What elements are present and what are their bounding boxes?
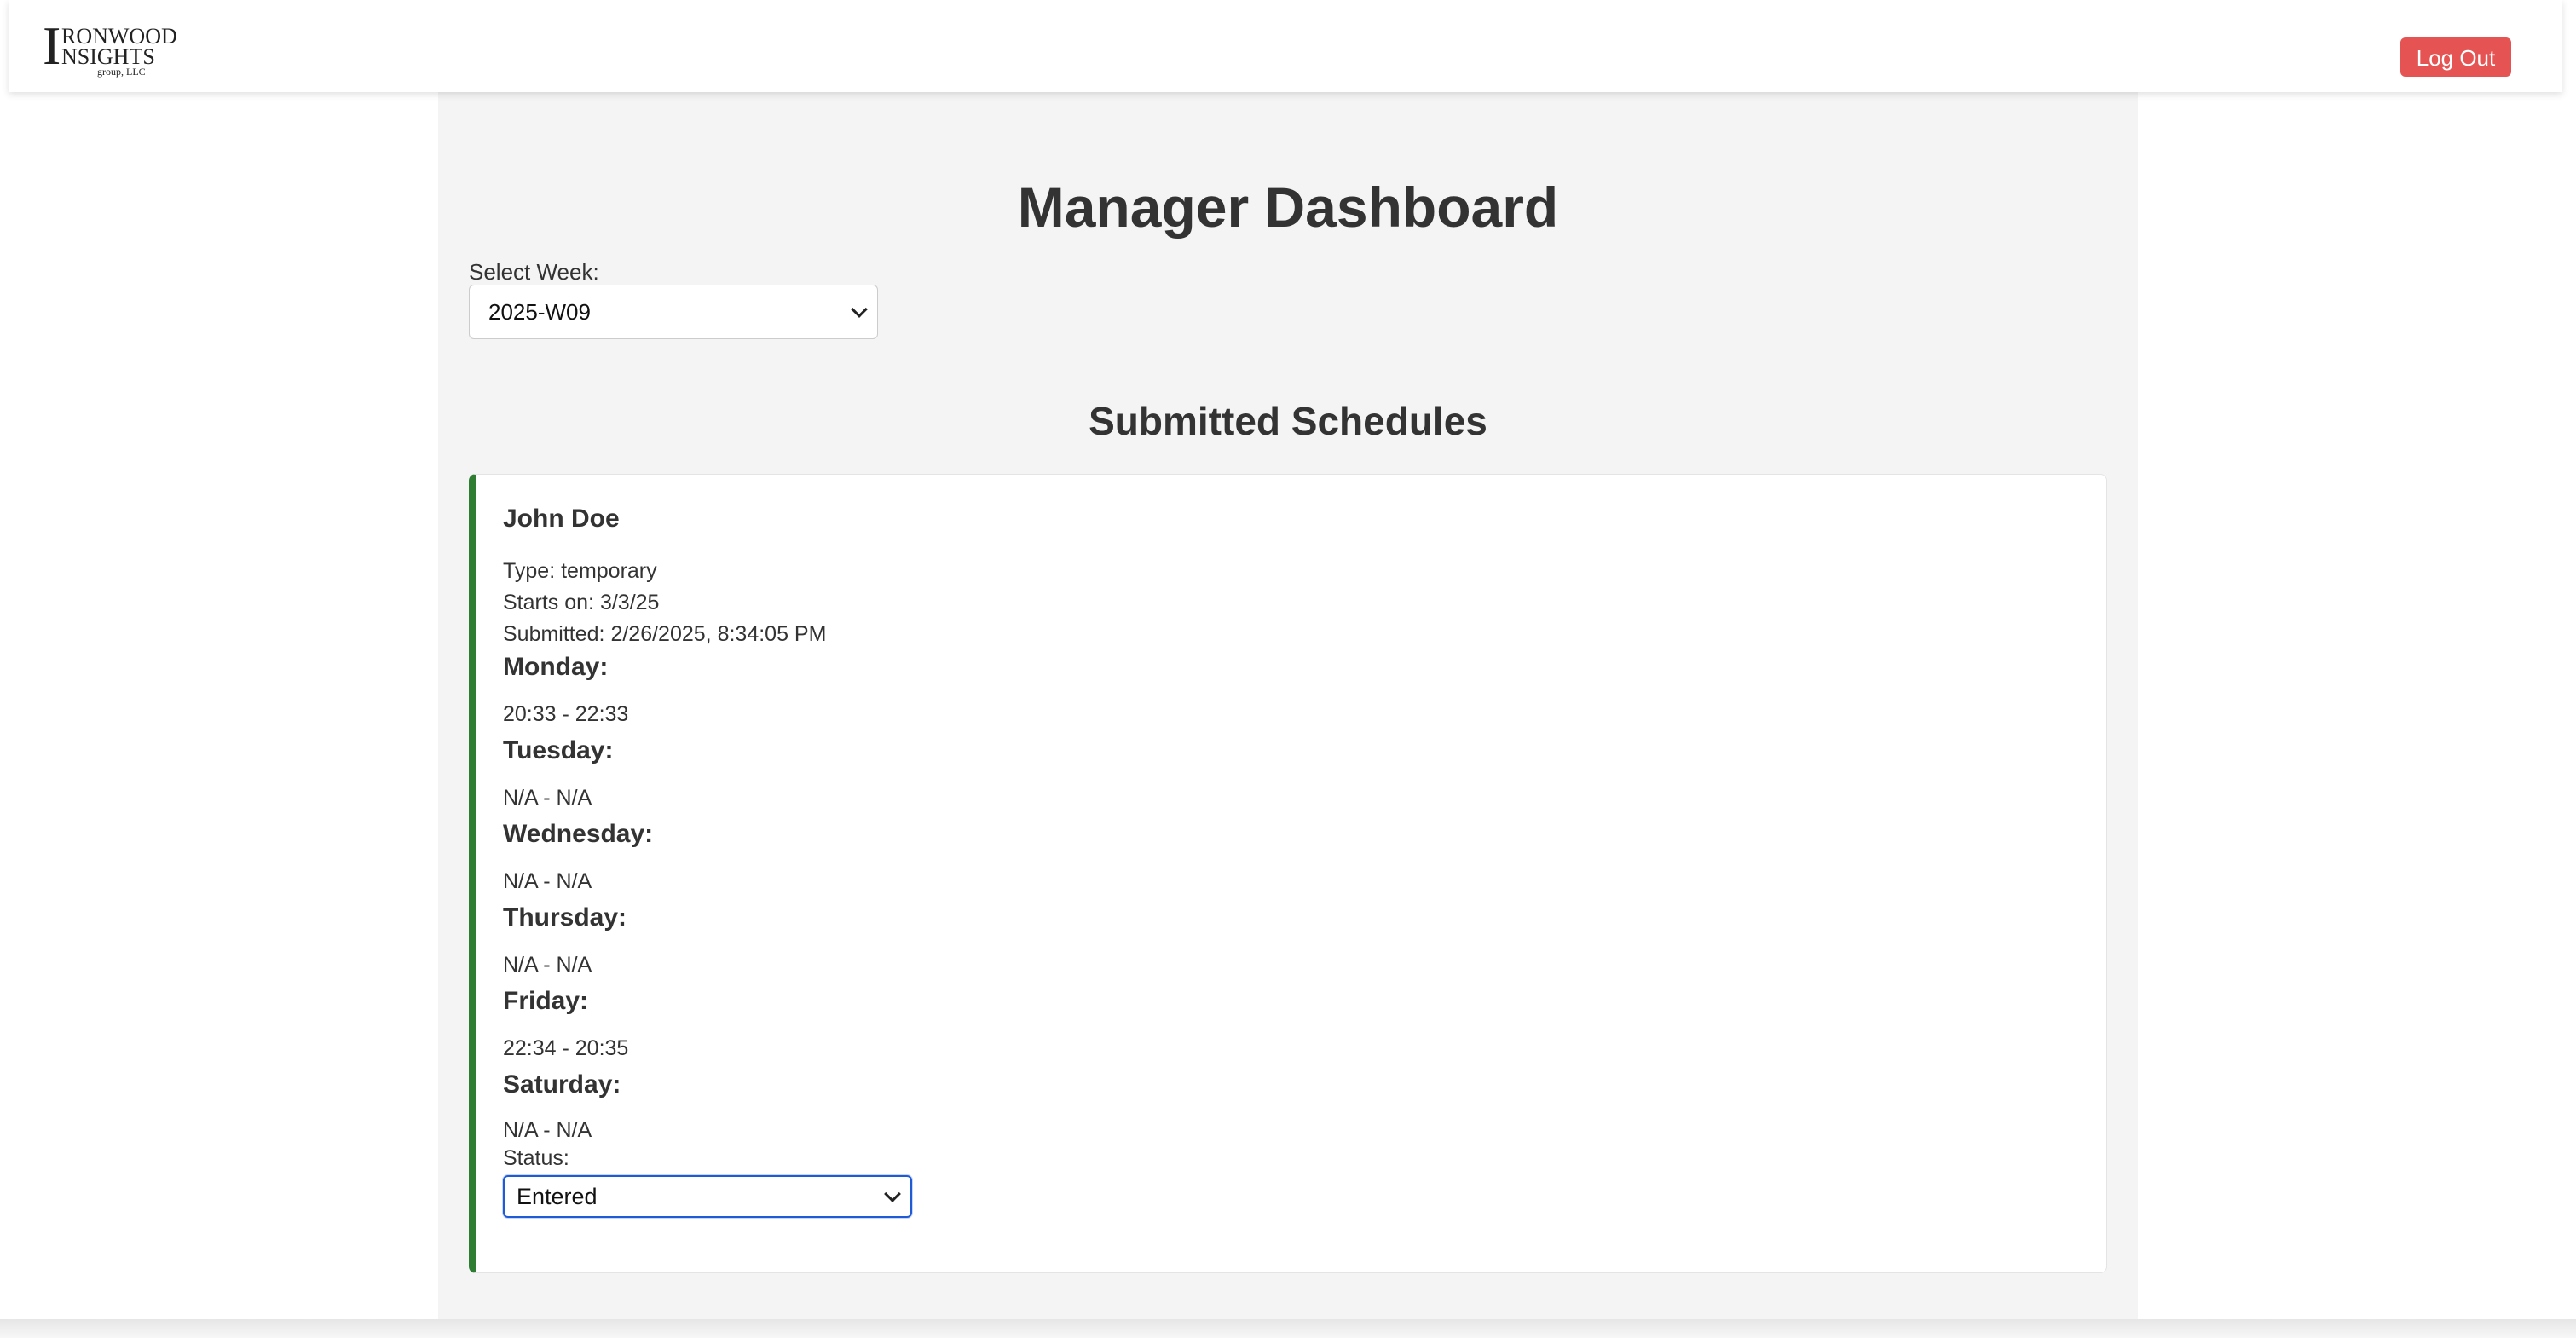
week-select[interactable]: 2025-W09 (469, 285, 878, 339)
day-hours-friday: 22:34 - 20:35 (503, 1036, 629, 1060)
schedule-card: John Doe Type: temporary Starts on: 3/3/… (469, 474, 2107, 1273)
top-header: I RONWOOD NSIGHTS group, LLC Log Out (9, 0, 2562, 92)
dashboard-panel: Manager Dashboard Select Week: 2025-W09 … (438, 92, 2138, 1319)
status-label: Status: (503, 1146, 569, 1170)
week-select-value: 2025-W09 (488, 299, 591, 325)
schedule-start-date: Starts on: 3/3/25 (503, 591, 660, 614)
day-label-thursday: Thursday: (503, 903, 627, 931)
company-logo: I RONWOOD NSIGHTS group, LLC (36, 15, 177, 78)
day-label-wednesday: Wednesday: (503, 820, 654, 848)
day-hours-wednesday: N/A - N/A (503, 869, 592, 893)
day-label-tuesday: Tuesday: (503, 736, 614, 764)
day-hours-thursday: N/A - N/A (503, 953, 592, 977)
day-hours-monday: 20:33 - 22:33 (503, 702, 629, 726)
day-hours-tuesday: N/A - N/A (503, 786, 592, 810)
page-title: Manager Dashboard (1017, 176, 1559, 239)
day-hours-saturday: N/A - N/A (503, 1118, 592, 1142)
logo-initial: I (43, 15, 61, 76)
employee-name: John Doe (503, 505, 620, 533)
logo-line-3: group, LLC (97, 66, 146, 78)
schedule-type: Type: temporary (503, 559, 657, 583)
day-label-monday: Monday: (503, 653, 609, 681)
page-bottom-edge (0, 1319, 2576, 1338)
select-week-label: Select Week: (469, 259, 599, 285)
day-label-saturday: Saturday: (503, 1070, 621, 1099)
submitted-timestamp: Submitted: 2/26/2025, 8:34:05 PM (503, 622, 827, 646)
day-label-friday: Friday: (503, 987, 589, 1015)
status-select[interactable]: Entered (503, 1175, 912, 1218)
section-title: Submitted Schedules (1089, 399, 1487, 443)
chevron-down-icon (884, 1185, 901, 1202)
status-select-value: Entered (517, 1184, 598, 1209)
logout-button[interactable]: Log Out (2400, 37, 2511, 77)
chevron-down-icon (851, 301, 868, 318)
